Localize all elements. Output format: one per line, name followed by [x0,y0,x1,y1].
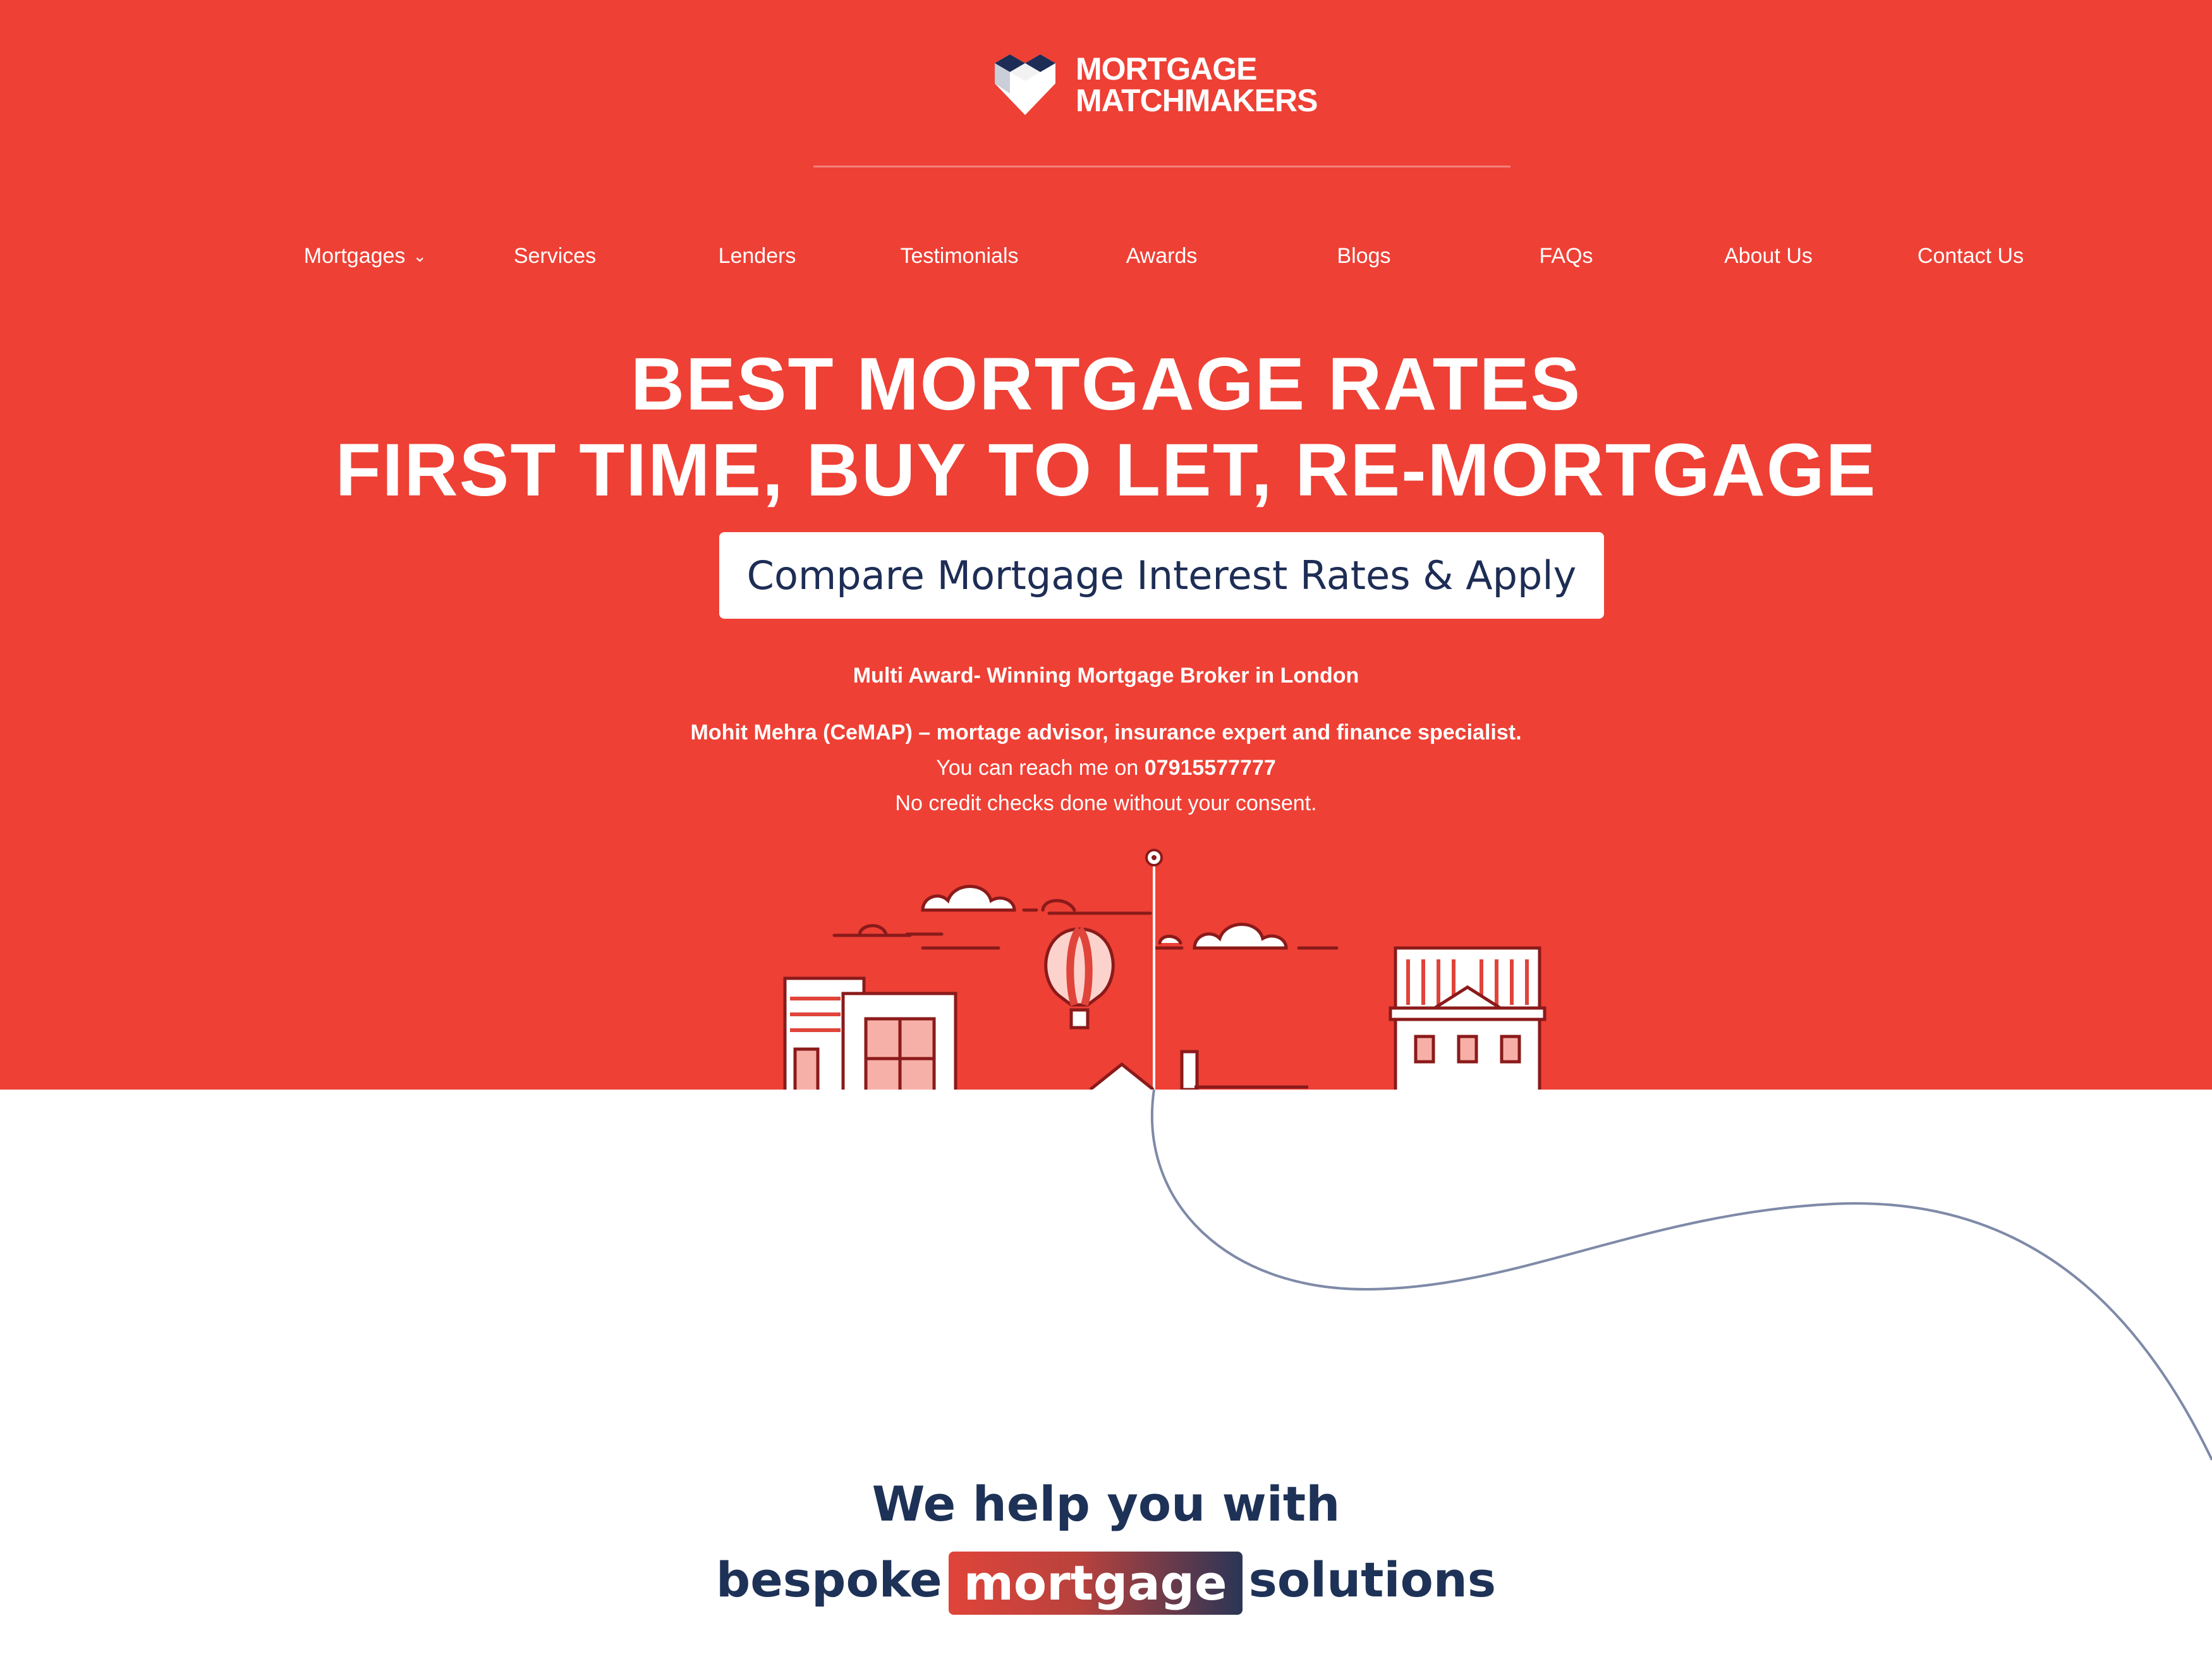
nav-item-label: Contact Us [1917,244,2024,268]
contact-prefix: You can reach me on [936,756,1145,780]
nav-item-label: Services [513,244,597,268]
nav-item-label: About Us [1724,244,1813,268]
highlight-word-mortgage: mortgage [948,1552,1243,1615]
headline-line-2: FIRST TIME, BUY TO LET, RE-MORTGAGE [335,428,1877,512]
hero-section: MORTGAGE MATCHMAKERS Mortgages ⌄ Services… [0,0,2212,1090]
nav-item-about-us[interactable]: About Us [1674,234,1863,278]
nav-item-testimonials[interactable]: Testimonials [865,234,1054,278]
nav-item-mortgages[interactable]: Mortgages ⌄ [270,234,460,278]
brand-line-2: MATCHMAKERS [1076,83,1318,118]
brand-line-1: MORTGAGE [1076,51,1257,87]
hero-headline: BEST MORTGAGE RATES FIRST TIME, BUY TO L… [0,341,2212,513]
nav-item-label: Mortgages [303,244,406,268]
nav-item-faqs[interactable]: FAQs [1471,234,1661,278]
section-heading-line-2: bespoke mortgage solutions [0,1542,2212,1618]
right-building-icon [1389,946,1547,1090]
headline-line-1: BEST MORTGAGE RATES [630,343,1582,426]
hot-air-balloon-icon [1044,926,1115,1030]
header-divider [813,166,1510,167]
nav-item-label: Testimonials [900,244,1019,268]
nav-item-services[interactable]: Services [460,234,650,278]
heart-home-logo-icon [995,54,1055,115]
nav-item-lenders[interactable]: Lenders [662,234,852,278]
nav-item-label: Awards [1126,244,1198,268]
clouds-icon [832,885,1339,950]
nav-item-blogs[interactable]: Blogs [1269,234,1459,278]
contact-line: You can reach me on 07915577777 [0,756,2212,781]
nav-item-awards[interactable]: Awards [1067,234,1256,278]
nav-item-label: Lenders [718,244,796,268]
location-pin-icon [1145,849,1163,1090]
advisor-text: Mohit Mehra (CeMAP) – mortage advisor, i… [690,720,1522,744]
house-icon [1089,1050,1308,1090]
section-word-solutions: solutions [1248,1552,1497,1608]
consent-text: No credit checks done without your conse… [895,791,1317,815]
award-text: Multi Award- Winning Mortgage Broker in … [853,664,1359,688]
section-word-bespoke: bespoke [715,1552,942,1608]
phone-link[interactable]: 07915577777 [1145,756,1276,780]
compare-rates-button[interactable]: Compare Mortgage Interest Rates & Apply [719,532,1604,619]
nav-item-label: FAQs [1539,244,1593,268]
brand-name: MORTGAGE MATCHMAKERS [1076,51,1318,118]
brand-logo[interactable]: MORTGAGE MATCHMAKERS [986,46,1352,124]
nav-item-contact-us[interactable]: Contact Us [1876,234,2065,278]
left-buildings-icon [783,976,957,1090]
section-heading-line-1: We help you with [872,1476,1340,1532]
chevron-down-icon: ⌄ [413,246,427,265]
main-nav: Mortgages ⌄ Services Lenders Testimonials… [0,234,2212,278]
nav-item-label: Blogs [1337,244,1391,268]
